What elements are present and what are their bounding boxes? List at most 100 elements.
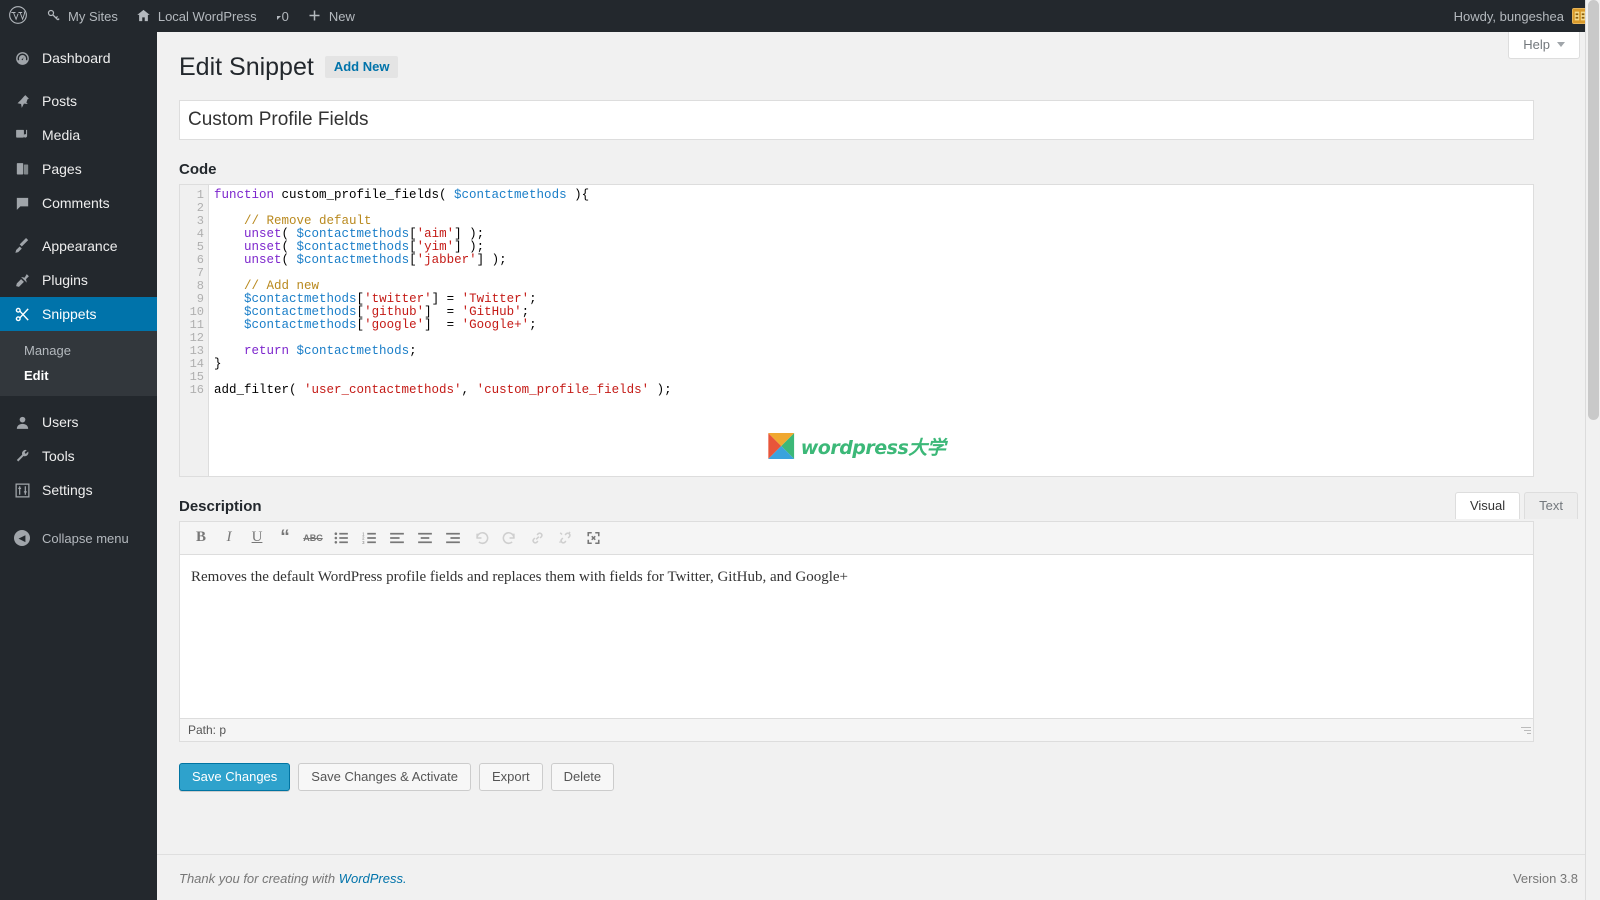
dashboard-icon [12, 48, 32, 68]
adminbar-account[interactable]: Howdy, bungeshea [1454, 0, 1600, 32]
adminbar-new[interactable]: New [298, 0, 364, 32]
tab-visual[interactable]: Visual [1454, 491, 1521, 519]
content-padding: Edit Snippet Add New Code 12345678910111… [157, 32, 1600, 791]
blockquote-icon[interactable]: “ [272, 525, 298, 550]
description-section-label: Description [179, 497, 262, 515]
scissors-icon [12, 304, 32, 324]
action-buttons: Save Changes Save Changes & Activate Exp… [179, 762, 1578, 791]
adminbar-new-label: New [328, 8, 355, 24]
footer-wordpress-link[interactable]: WordPress. [339, 871, 407, 886]
save-changes-button[interactable]: Save Changes [179, 762, 291, 791]
delete-button[interactable]: Delete [550, 762, 615, 791]
sidebar-item-media[interactable]: Media [0, 118, 157, 152]
admin-footer: Thank you for creating with WordPress. V… [157, 854, 1600, 900]
export-button[interactable]: Export [478, 762, 543, 791]
sidebar-label-appearance: Appearance [42, 238, 118, 254]
sidebar-item-comments[interactable]: Comments [0, 186, 157, 220]
description-editor: B I U “ ABC 1 2 3 Removes the default Wo… [179, 520, 1534, 742]
submenu-item-manage[interactable]: Manage [0, 338, 157, 363]
page-scrollbar[interactable] [1585, 0, 1600, 900]
code-line-number: 9 [196, 291, 204, 306]
sidebar-label-plugins: Plugins [42, 272, 88, 288]
ordered-list-icon[interactable]: 1 2 3 [356, 525, 382, 550]
unordered-list-icon[interactable] [328, 525, 354, 550]
adminbar-site-label: Local WordPress [157, 8, 257, 24]
watermark-text: wordpress大学 [800, 436, 946, 459]
sidebar-item-pages[interactable]: Pages [0, 152, 157, 186]
sidebar-item-snippets[interactable]: Snippets [0, 297, 157, 331]
align-center-icon[interactable] [412, 525, 438, 550]
menu-spacer-1 [0, 75, 157, 84]
sidebar-item-tools[interactable]: Tools [0, 439, 157, 473]
code-line: } [214, 356, 222, 371]
sidebar-item-posts[interactable]: Posts [0, 84, 157, 118]
code-line: $contactmethods['google'] = 'Google+'; [244, 317, 537, 332]
footer-thanks-text: Thank you for creating with [179, 871, 339, 886]
fullscreen-icon[interactable] [580, 525, 606, 550]
sidebar-item-users[interactable]: Users [0, 405, 157, 439]
sidebar-item-settings[interactable]: Settings [0, 473, 157, 507]
align-left-icon[interactable] [384, 525, 410, 550]
italic-icon[interactable]: I [216, 525, 242, 550]
tab-text[interactable]: Text [1524, 491, 1578, 519]
sidebar-label-users: Users [42, 414, 79, 430]
add-new-button[interactable]: Add New [324, 56, 399, 79]
adminbar-comments[interactable]: 0 [266, 0, 298, 32]
sidebar-label-comments: Comments [42, 195, 110, 211]
svg-text:3: 3 [362, 540, 365, 544]
adminbar-howdy: Howdy, bungeshea [1453, 8, 1564, 24]
code-line-number: 11 [189, 317, 204, 332]
editor-mode-tabs: Visual Text [1451, 491, 1578, 521]
link-icon[interactable] [524, 525, 550, 550]
description-body[interactable]: Removes the default WordPress profile fi… [180, 555, 1533, 718]
redo-icon[interactable] [496, 525, 522, 550]
bold-icon[interactable]: B [188, 525, 214, 550]
sidebar-item-dashboard[interactable]: Dashboard [0, 41, 157, 75]
save-activate-button[interactable]: Save Changes & Activate [298, 762, 471, 791]
brush-icon [12, 236, 32, 256]
menu-spacer-3 [0, 396, 157, 405]
code-gutter: 1 2 3 4 5 6 7 8 9 10 11 12 13 14 15 16 [180, 184, 209, 476]
footer-thanks: Thank you for creating with WordPress. [179, 871, 407, 900]
collapse-menu-button[interactable]: ◀ Collapse menu [0, 521, 157, 555]
adminbar-site-name[interactable]: Local WordPress [127, 0, 266, 32]
comment-icon [12, 193, 32, 213]
strikethrough-icon[interactable]: ABC [300, 525, 326, 550]
plug-icon [12, 270, 32, 290]
code-editor[interactable]: 1 2 3 4 5 6 7 8 9 10 11 12 13 14 15 16 function custom_… [179, 183, 1534, 477]
wrench-icon [12, 446, 32, 466]
sidebar-label-tools: Tools [42, 448, 75, 464]
pin-icon [12, 91, 32, 111]
adminbar-my-sites[interactable]: My Sites [37, 0, 127, 32]
sidebar-label-pages: Pages [42, 161, 82, 177]
code-line: unset( $contactmethods['jabber'] ); [244, 252, 507, 267]
unlink-icon[interactable] [552, 525, 578, 550]
scrollbar-thumb[interactable] [1588, 0, 1599, 420]
adminbar-wp-logo[interactable] [0, 0, 37, 32]
page-title: Edit Snippet Add New [179, 42, 1578, 88]
page-title-text: Edit Snippet [179, 53, 314, 81]
help-tab-button[interactable]: Help [1508, 32, 1580, 59]
footer-version: Version 3.8 [1512, 871, 1578, 886]
plus-icon [307, 8, 322, 25]
undo-icon[interactable] [468, 525, 494, 550]
sidebar-label-posts: Posts [42, 93, 78, 109]
code-line-number: 6 [196, 252, 204, 267]
admin-sidebar: Dashboard Posts Media Pages Comments App… [0, 32, 157, 900]
watermark-logo: wordpress大学 [767, 433, 946, 460]
wordpress-logo-icon [8, 5, 28, 27]
submenu-item-edit[interactable]: Edit [0, 363, 157, 388]
sidebar-item-appearance[interactable]: Appearance [0, 229, 157, 263]
sidebar-item-plugins[interactable]: Plugins [0, 263, 157, 297]
home-icon [136, 8, 151, 25]
help-tab-wrapper: Help [1508, 32, 1580, 59]
resize-handle[interactable] [1519, 726, 1531, 739]
key-icon [46, 8, 61, 25]
code-line-number: 3 [196, 213, 204, 228]
underline-icon[interactable]: U [244, 525, 270, 550]
admin-bar: My Sites Local WordPress 0 New Howdy, bu… [0, 0, 1600, 32]
align-right-icon[interactable] [440, 525, 466, 550]
snippet-title-input[interactable] [179, 99, 1534, 140]
user-icon [12, 412, 32, 432]
code-line: return $contactmethods; [244, 343, 417, 358]
